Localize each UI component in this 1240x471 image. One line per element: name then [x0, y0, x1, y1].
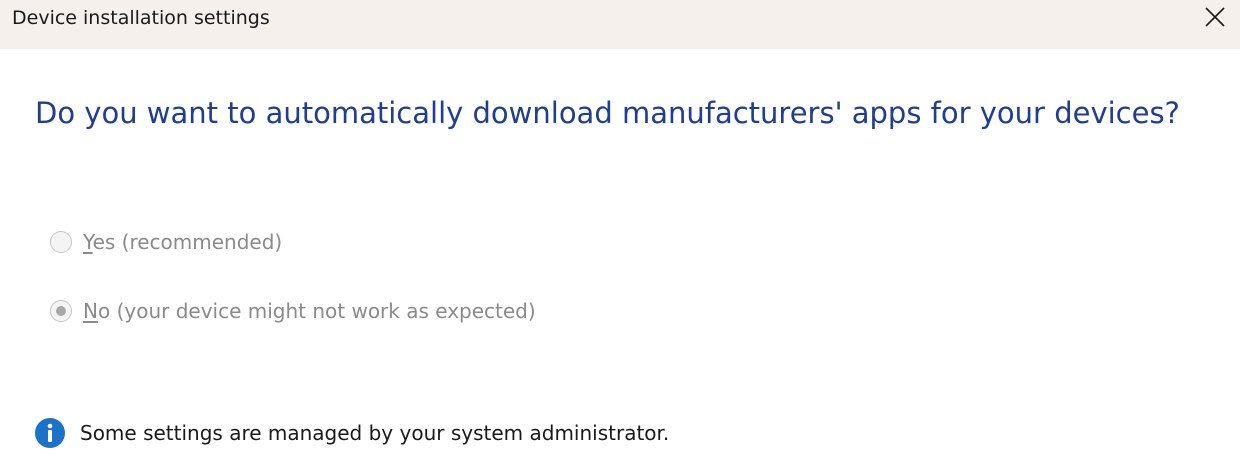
- admin-info-notice: Some settings are managed by your system…: [34, 417, 669, 449]
- info-icon: [35, 418, 65, 448]
- close-icon: [1205, 7, 1225, 27]
- device-installation-settings-dialog: Device installation settings Do you want…: [0, 0, 1240, 471]
- window-title: Device installation settings: [12, 7, 270, 29]
- label-text: es (recommended): [92, 230, 283, 254]
- radio-option-yes[interactable]: Yes (recommended): [50, 227, 282, 257]
- title-bar: Device installation settings: [0, 0, 1240, 49]
- radio-button-yes[interactable]: [50, 231, 72, 253]
- accelerator-key: Y: [83, 230, 93, 254]
- info-text: Some settings are managed by your system…: [80, 421, 670, 445]
- radio-label-yes: Yes (recommended): [83, 228, 282, 256]
- dialog-heading: Do you want to automatically download ma…: [35, 96, 1180, 130]
- close-button[interactable]: [1200, 2, 1230, 32]
- accelerator-key: N: [83, 299, 98, 323]
- radio-label-no: No (your device might not work as expect…: [83, 297, 536, 325]
- radio-button-no[interactable]: [50, 300, 72, 322]
- label-text: o (your device might not work as expecte…: [97, 299, 536, 323]
- radio-option-no[interactable]: No (your device might not work as expect…: [50, 296, 536, 326]
